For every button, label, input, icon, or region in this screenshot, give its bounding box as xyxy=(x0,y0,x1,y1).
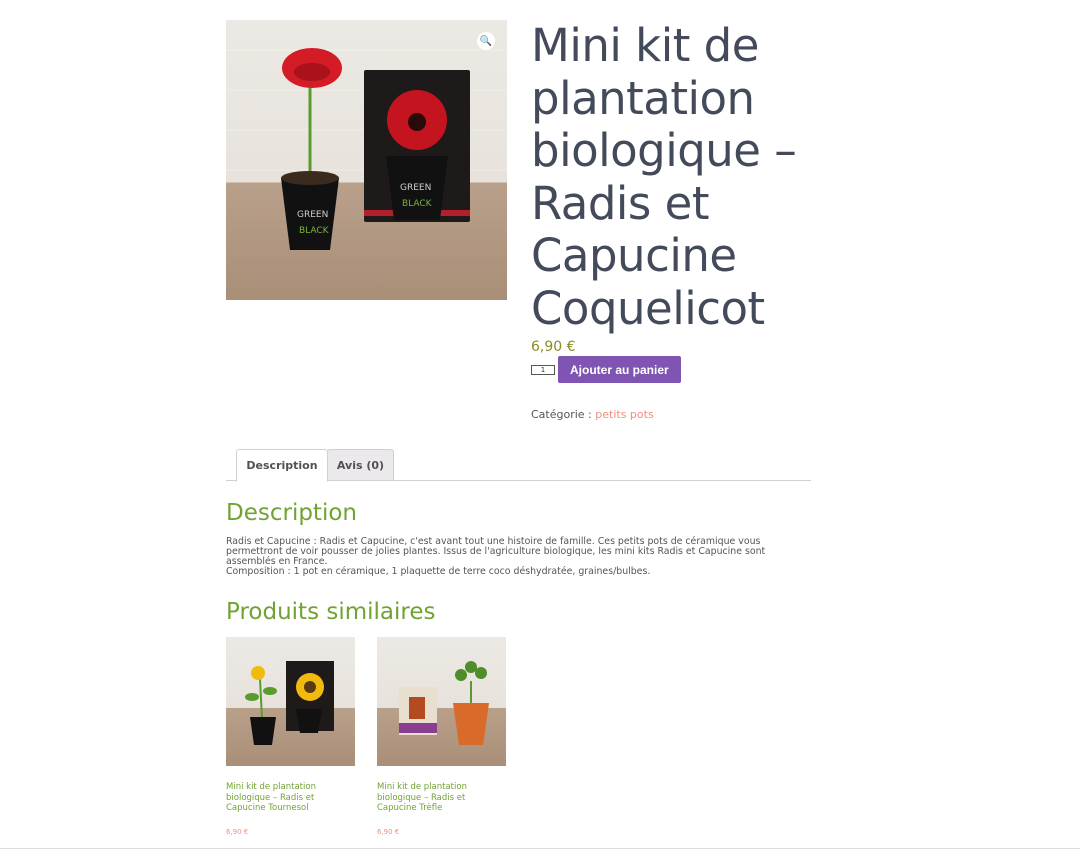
product-image[interactable]: GREEN BLACK GREEN BLACK 🔍 xyxy=(226,20,507,300)
page-divider xyxy=(0,848,1080,849)
description-heading: Description xyxy=(226,500,357,526)
product-summary: Mini kit de plantation biologique – Radi… xyxy=(531,19,821,421)
zoom-icon[interactable]: 🔍 xyxy=(477,32,495,50)
related-product-image[interactable] xyxy=(377,637,506,766)
quantity-input[interactable] xyxy=(531,364,555,375)
tab-description[interactable]: Description xyxy=(236,449,328,482)
related-product-image[interactable] xyxy=(226,637,355,766)
sunflower-kit-photo xyxy=(245,661,334,745)
product-title: Mini kit de plantation biologique – Radi… xyxy=(531,19,797,335)
product-meta: Catégorie : petits pots xyxy=(531,408,821,421)
description-text: Radis et Capucine : Radis et Capucine, c… xyxy=(226,537,816,577)
product-tabs: Description Avis (0) xyxy=(226,449,811,482)
poppy-kit-photo: GREEN BLACK GREEN BLACK xyxy=(226,48,507,250)
product-price: 6,90 € xyxy=(531,339,576,355)
tab-reviews[interactable]: Avis (0) xyxy=(327,449,394,481)
related-product-name[interactable]: Mini kit de plantation biologique – Radi… xyxy=(377,782,506,814)
similar-products-heading: Produits similaires xyxy=(226,599,436,625)
clover-kit-photo xyxy=(399,661,489,745)
svg-text:BLACK: BLACK xyxy=(299,226,330,236)
category-link[interactable]: petits pots xyxy=(595,408,653,421)
category-label: Catégorie : xyxy=(531,408,592,421)
svg-text:GREEN: GREEN xyxy=(297,210,328,220)
add-to-cart-button[interactable]: Ajouter au panier xyxy=(558,356,681,383)
composition-line: Composition : 1 pot en céramique, 1 plaq… xyxy=(226,566,651,577)
related-product-price: 6,90 € xyxy=(226,828,249,836)
svg-text:GREEN: GREEN xyxy=(400,183,431,193)
svg-text:BLACK: BLACK xyxy=(402,199,433,209)
related-product-name[interactable]: Mini kit de plantation biologique – Radi… xyxy=(226,782,355,814)
related-product-price: 6,90 € xyxy=(377,828,400,836)
related-product[interactable]: Mini kit de plantation biologique – Radi… xyxy=(377,637,506,836)
add-to-cart-form: Ajouter au panier xyxy=(531,356,821,383)
related-product[interactable]: Mini kit de plantation biologique – Radi… xyxy=(226,637,355,836)
description-paragraph: Radis et Capucine : Radis et Capucine, c… xyxy=(226,536,766,567)
